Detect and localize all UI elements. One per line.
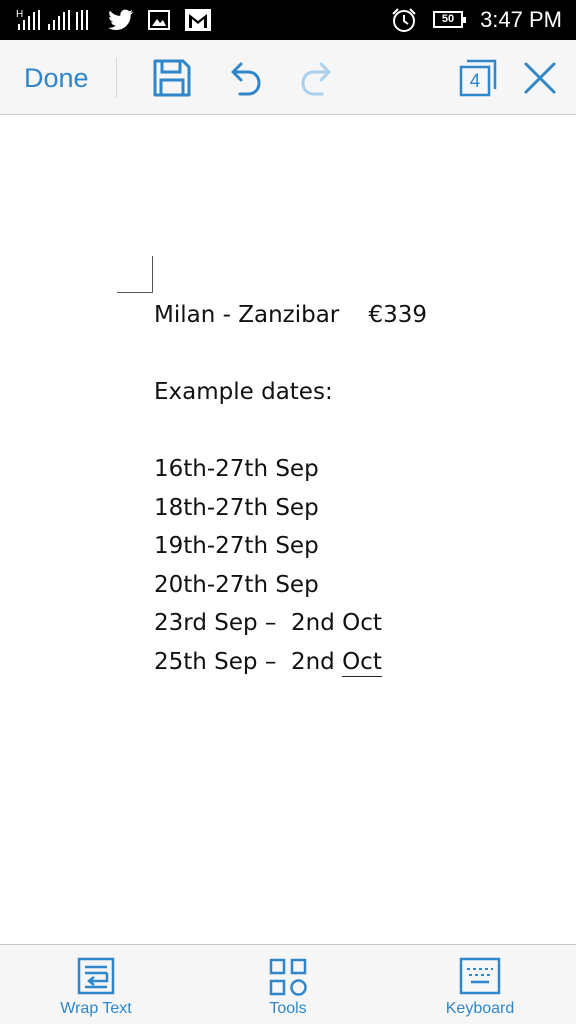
doc-line[interactable]: 19th-27th Sep [154, 531, 319, 561]
alarm-icon [392, 8, 416, 32]
doc-line[interactable]: Milan - Zanzibar €339 [154, 300, 427, 330]
tools-icon [269, 958, 307, 996]
doc-line-last[interactable]: 25th Sep – 2nd Oct [154, 647, 382, 677]
close-icon[interactable] [522, 60, 558, 96]
gmail-icon [185, 9, 211, 31]
save-icon[interactable] [152, 58, 192, 98]
cursor-word: Oct [342, 649, 382, 677]
keyboard-icon [459, 957, 501, 995]
doc-line[interactable]: Example dates: [154, 377, 333, 407]
undo-icon[interactable] [226, 58, 262, 98]
wrap-text-icon [77, 957, 115, 995]
image-icon [148, 10, 170, 30]
keyboard-label: Keyboard [445, 1000, 515, 1017]
doc-line[interactable]: 23rd Sep – 2nd Oct [154, 608, 382, 638]
tab-count: 4 [469, 71, 481, 92]
doc-line[interactable]: 18th-27th Sep [154, 493, 319, 523]
done-button[interactable]: Done [24, 60, 89, 96]
tools-label: Tools [269, 1000, 307, 1017]
doc-line[interactable]: 20th-27th Sep [154, 570, 319, 600]
redo-icon[interactable] [300, 58, 336, 98]
twitter-icon [108, 9, 134, 30]
clock-time: 3:47 PM [480, 7, 562, 32]
battery-icon: 50 [433, 11, 466, 28]
wrap-text-button[interactable]: Wrap Text [26, 945, 166, 1025]
doc-line-text: 25th Sep – 2nd [154, 649, 343, 675]
editor-toolbar: Done 4 [0, 40, 576, 115]
doc-line[interactable]: 16th-27th Sep [154, 454, 319, 484]
tabs-button[interactable]: 4 [458, 58, 498, 98]
signal-icon: H [16, 9, 88, 30]
signal-type-label: H [16, 9, 23, 20]
status-bar: H 50 3:47 PM [0, 0, 576, 40]
page-margin-marker [117, 256, 153, 293]
toolbar-divider [116, 58, 117, 98]
wrap-text-label: Wrap Text [60, 1000, 132, 1017]
tools-button[interactable]: Tools [218, 945, 358, 1025]
bottom-toolbar: Wrap Text Tools Keyboard [0, 944, 576, 1024]
keyboard-button[interactable]: Keyboard [410, 945, 550, 1025]
document-canvas[interactable]: Milan - Zanzibar €339 Example dates: 16t… [0, 116, 576, 944]
